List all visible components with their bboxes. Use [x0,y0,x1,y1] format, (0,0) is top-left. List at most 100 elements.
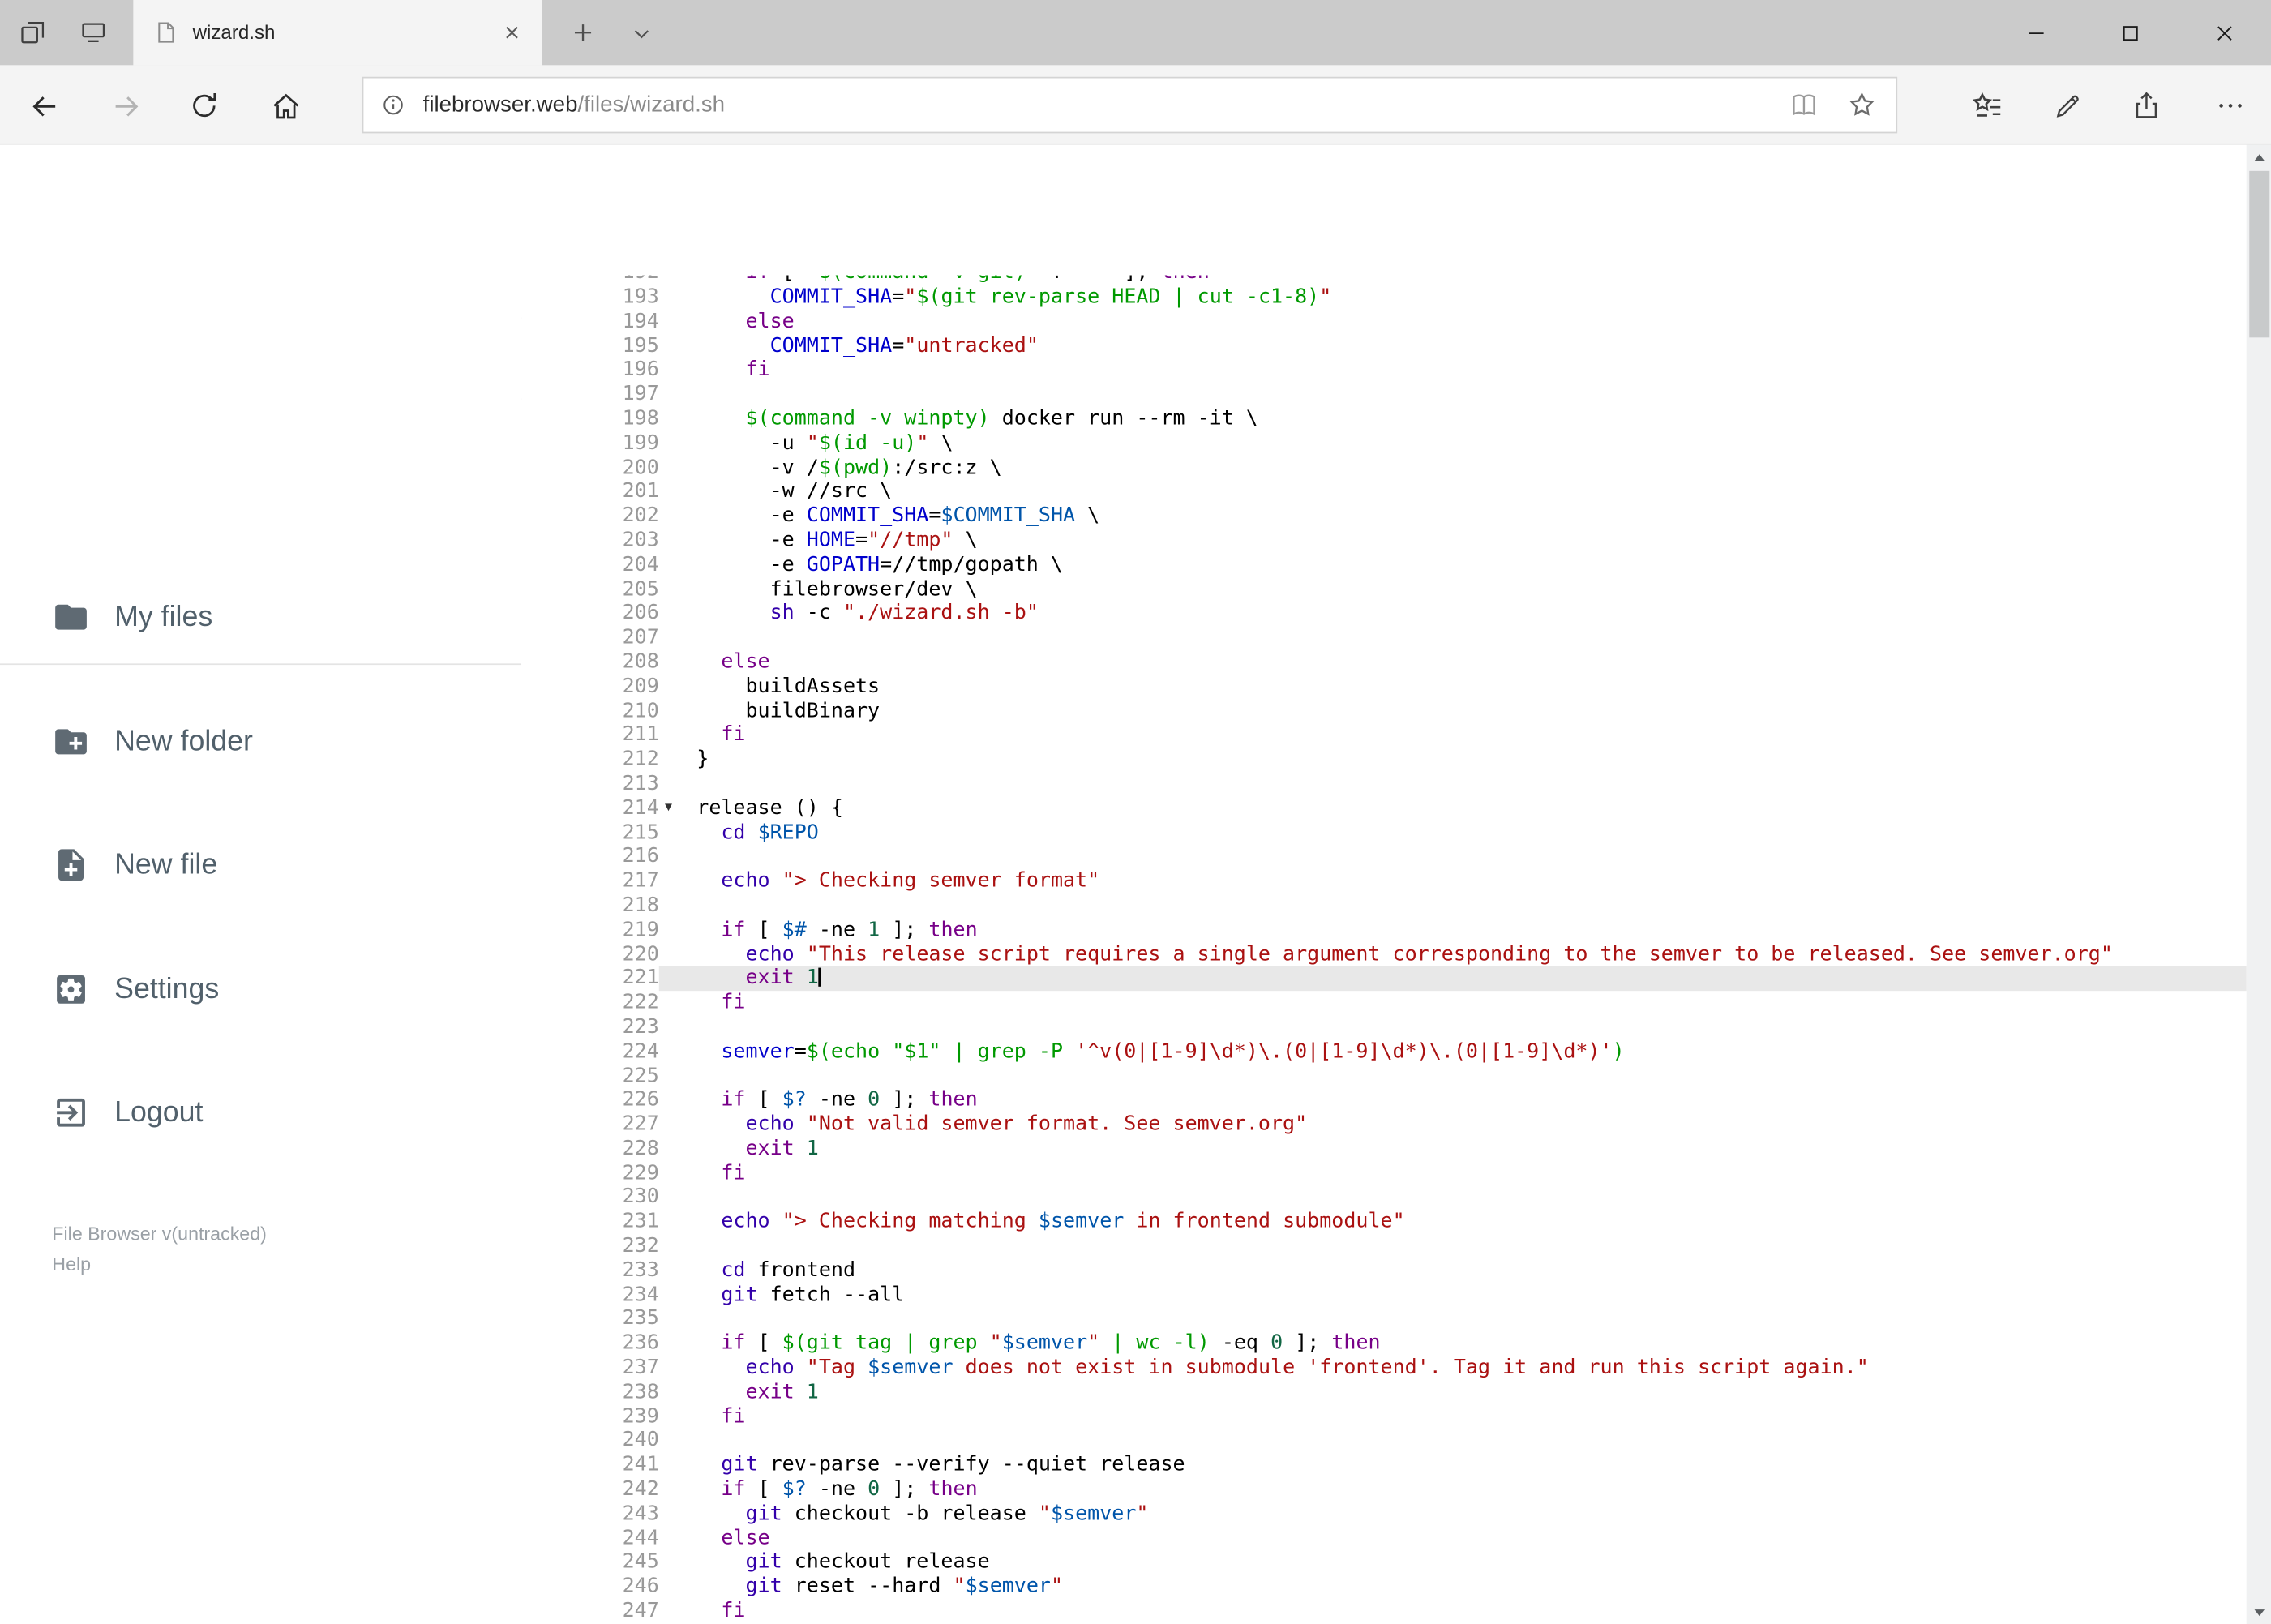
code-line-230[interactable]: 230 [521,1185,2247,1210]
back-icon [32,96,55,116]
code-line-199[interactable]: 199 -u "$(id -u)" \ [521,431,2247,456]
code-line-192[interactable]: 192 if [ "$(command -v git)" != "" ]; th… [521,275,2247,285]
code-line-208[interactable]: 208 else [521,650,2247,675]
code-line-204[interactable]: 204 -e GOPATH=//tmp/gopath \ [521,553,2247,577]
code-line-197[interactable]: 197 [521,383,2247,407]
favorites-hub-button[interactable] [1960,78,2015,133]
tab-preview-button[interactable] [64,0,122,65]
window-maximize-button[interactable] [2083,0,2177,65]
code-line-210[interactable]: 210 buildBinary [521,699,2247,723]
code-text: git checkout release [745,1550,990,1575]
code-line-239[interactable]: 239 fi [521,1405,2247,1429]
refresh-button[interactable] [177,78,232,133]
code-line-233[interactable]: 233 cd frontend [521,1259,2247,1283]
code-line-209[interactable]: 209 buildAssets [521,675,2247,699]
code-line-235[interactable]: 235 [521,1308,2247,1332]
code-line-194[interactable]: 194 else [521,310,2247,334]
reading-view-icon [1792,94,1815,116]
code-text: echo "Tag $semver does not exist in subm… [745,1356,1869,1380]
fold-marker-icon[interactable]: ▾ [665,796,672,821]
code-line-238[interactable]: 238 exit 1 [521,1381,2247,1405]
address-bar[interactable]: filebrowser.web/files/wizard.sh [362,76,1898,134]
code-line-195[interactable]: 195 COMMIT_SHA="untracked" [521,334,2247,358]
page-scrollbar[interactable] [2246,144,2271,1624]
code-line-222[interactable]: 222 fi [521,991,2247,1015]
home-button[interactable] [258,78,313,133]
code-line-243[interactable]: 243 git checkout -b release "$semver" [521,1502,2247,1527]
code-line-216[interactable]: 216 [521,845,2247,869]
code-line-232[interactable]: 232 [521,1234,2247,1258]
code-line-223[interactable]: 223 [521,1015,2247,1039]
code-line-245[interactable]: 245 git checkout release [521,1551,2247,1575]
code-line-203[interactable]: 203 -e HOME="//tmp" \ [521,529,2247,553]
code-line-220[interactable]: 220 echo "This release script requires a… [521,942,2247,966]
code-line-247[interactable]: 247 fi [521,1600,2247,1624]
scroll-up-button[interactable] [2247,145,2271,169]
url-path: /files/wizard.sh [577,92,726,117]
sidebar-item-new-folder[interactable]: New folder [0,696,521,788]
code-text: semver=$(echo "$1" | grep -P '^v(0|[1-9]… [721,1039,1625,1063]
code-line-202[interactable]: 202 -e COMMIT_SHA=$COMMIT_SHA \ [521,504,2247,529]
code-line-201[interactable]: 201 -w //src \ [521,480,2247,504]
tab-close-button[interactable] [492,14,529,51]
code-line-205[interactable]: 205 filebrowser/dev \ [521,577,2247,602]
code-line-206[interactable]: 206 sh -c "./wizard.sh -b" [521,602,2247,626]
code-line-207[interactable]: 207 [521,626,2247,650]
browser-tab[interactable]: wizard.sh [133,0,542,66]
code-line-241[interactable]: 241 git rev-parse --verify --quiet relea… [521,1454,2247,1478]
code-line-236[interactable]: 236 if [ $(git tag | grep "$semver" | wc… [521,1332,2247,1356]
code-line-215[interactable]: 215 cd $REPO [521,821,2247,845]
back-button[interactable] [16,78,71,133]
forward-button[interactable] [98,78,153,133]
code-line-246[interactable]: 246 git reset --hard "$semver" [521,1575,2247,1600]
code-line-229[interactable]: 229 fi [521,1161,2247,1185]
code-line-213[interactable]: 213 [521,772,2247,796]
annotate-button[interactable] [2039,78,2094,133]
scrollbar-thumb[interactable] [2248,170,2269,338]
code-line-234[interactable]: 234 git fetch --all [521,1283,2247,1308]
sidebar-item-logout[interactable]: Logout [0,1066,521,1159]
help-link[interactable]: Help [52,1253,91,1275]
code-line-218[interactable]: 218 [521,893,2247,918]
line-number: 204 [622,553,659,576]
code-line-226[interactable]: 226 if [ $? -ne 0 ]; then [521,1088,2247,1112]
code-line-237[interactable]: 237 echo "Tag $semver does not exist in … [521,1356,2247,1381]
code-line-228[interactable]: 228 exit 1 [521,1137,2247,1161]
new-tab-button[interactable] [553,0,611,65]
code-line-211[interactable]: 211 fi [521,723,2247,748]
code-line-212[interactable]: 212} [521,748,2247,772]
share-page-button[interactable] [2119,78,2175,133]
window-close-button[interactable] [2177,0,2271,65]
code-editor[interactable]: 192 if [ "$(command -v git)" != "" ]; th… [521,275,2247,1624]
code-line-227[interactable]: 227 echo "Not valid semver format. See s… [521,1112,2247,1137]
more-options-button[interactable] [2203,78,2258,133]
sidebar-item-settings[interactable]: Settings [0,943,521,1035]
code-line-240[interactable]: 240 [521,1429,2247,1454]
tab-list-dropdown-button[interactable] [614,0,669,65]
site-info-icon[interactable] [381,92,405,117]
code-line-200[interactable]: 200 -v /$(pwd):/src:z \ [521,456,2247,480]
favorite-star-button[interactable] [1832,80,1890,130]
set-tabs-aside-button[interactable] [3,0,61,65]
sidebar-item-my-files[interactable]: My files [0,571,521,663]
code-line-193[interactable]: 193 COMMIT_SHA="$(git rev-parse HEAD | c… [521,285,2247,310]
code-line-219[interactable]: 219 if [ $# -ne 1 ]; then [521,918,2247,942]
code-line-244[interactable]: 244 else [521,1527,2247,1551]
code-line-214[interactable]: 214 ▾ release () { [521,796,2247,821]
code-line-217[interactable]: 217 echo "> Checking semver format" [521,869,2247,893]
code-line-198[interactable]: 198 $(command -v winpty) docker run --rm… [521,407,2247,431]
scroll-down-button[interactable] [2247,1600,2271,1624]
code-line-225[interactable]: 225 [521,1064,2247,1088]
reading-view-button[interactable] [1774,80,1832,130]
code-line-221[interactable]: 221 exit 1 [521,966,2247,992]
sidebar-item-label: Settings [114,972,220,1005]
code-line-231[interactable]: 231 echo "> Checking matching $semver in… [521,1210,2247,1234]
code-line-224[interactable]: 224 semver=$(echo "$1" | grep -P '^v(0|[… [521,1039,2247,1064]
code-line-196[interactable]: 196 fi [521,358,2247,383]
code-line-242[interactable]: 242 if [ $? -ne 0 ]; then [521,1478,2247,1502]
window-minimize-button[interactable] [1989,0,2083,65]
line-number: 199 [622,431,659,455]
code-text: echo "This release script requires a sin… [745,942,2113,966]
sidebar-item-new-file[interactable]: New file [0,819,521,911]
